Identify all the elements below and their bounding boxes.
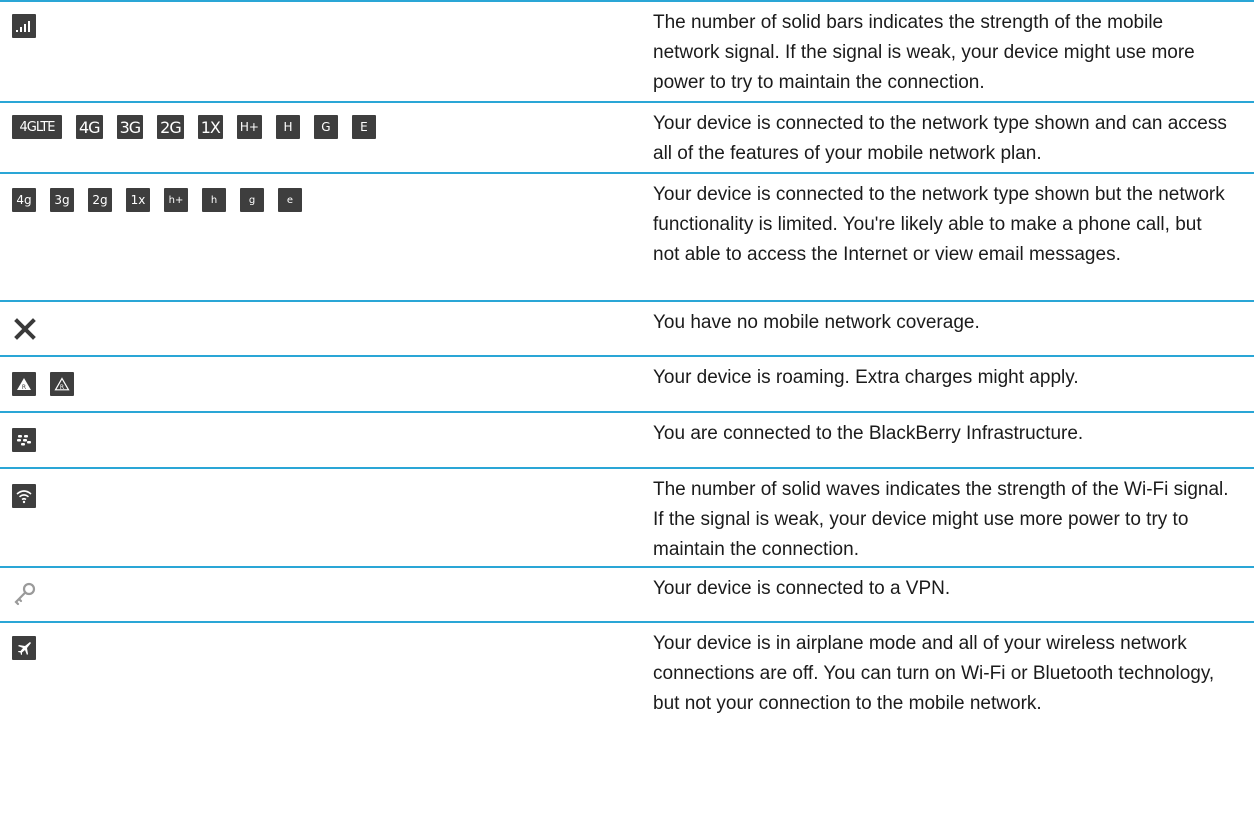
vpn-key-icon [12,581,38,607]
4g-limited-icon: 4g [12,188,36,212]
table-row: 4GLTE 4G 3G 2G 1X H+ H G E Your device i… [0,101,1254,172]
e-limited-icon: e [278,188,302,212]
1x-limited-icon: 1x [126,188,150,212]
row-description: Your device is connected to the network … [653,113,1227,164]
2g-limited-icon: 2g [88,188,112,212]
no-coverage-x-icon [12,316,38,342]
h-plus-icon: H+ [236,115,262,139]
row-description: Your device is connected to a VPN. [653,578,951,599]
row-description: The number of solid bars indicates the s… [653,12,1195,93]
1x-icon: 1X [197,115,223,139]
g-limited-icon: g [240,188,264,212]
table-row: 4g 3g 2g 1x h+ h g e Your device is conn… [0,172,1254,300]
row-description: You are connected to the BlackBerry Infr… [653,423,1084,444]
airplane-icon [12,636,36,660]
h-plus-limited-icon: h+ [164,188,188,212]
table-row: Your device is connected to a VPN. [0,566,1254,621]
e-icon: E [351,115,376,139]
table-row: You have no mobile network coverage. [0,300,1254,355]
table-row: R R Your device is roaming. Extra charge… [0,355,1254,411]
svg-text:R: R [22,384,26,391]
h-icon: H [275,115,300,139]
3g-limited-icon: 3g [50,188,74,212]
roaming-outline-icon: R [50,372,74,396]
wifi-signal-icon [12,484,36,508]
table-row: Your device is in airplane mode and all … [0,621,1254,831]
signal-bars-icon [12,14,36,38]
3g-icon: 3G [116,115,144,139]
row-description: You have no mobile network coverage. [653,312,980,333]
row-description: Your device is connected to the network … [653,184,1225,265]
roaming-solid-icon: R [12,372,36,396]
g-icon: G [313,115,338,139]
svg-text:R: R [60,384,64,391]
table-row: The number of solid waves indicates the … [0,467,1254,566]
h-limited-icon: h [202,188,226,212]
row-description: The number of solid waves indicates the … [653,479,1229,560]
row-description: Your device is roaming. Extra charges mi… [653,367,1079,388]
table-row: You are connected to the BlackBerry Infr… [0,411,1254,467]
row-description: Your device is in airplane mode and all … [653,633,1215,714]
table-row: The number of solid bars indicates the s… [0,0,1254,101]
4g-lte-icon: 4GLTE [12,115,62,139]
2g-icon: 2G [157,115,184,139]
blackberry-logo-icon [12,428,36,452]
icon-reference-table: The number of solid bars indicates the s… [0,0,1254,831]
4g-icon: 4G [76,115,103,139]
